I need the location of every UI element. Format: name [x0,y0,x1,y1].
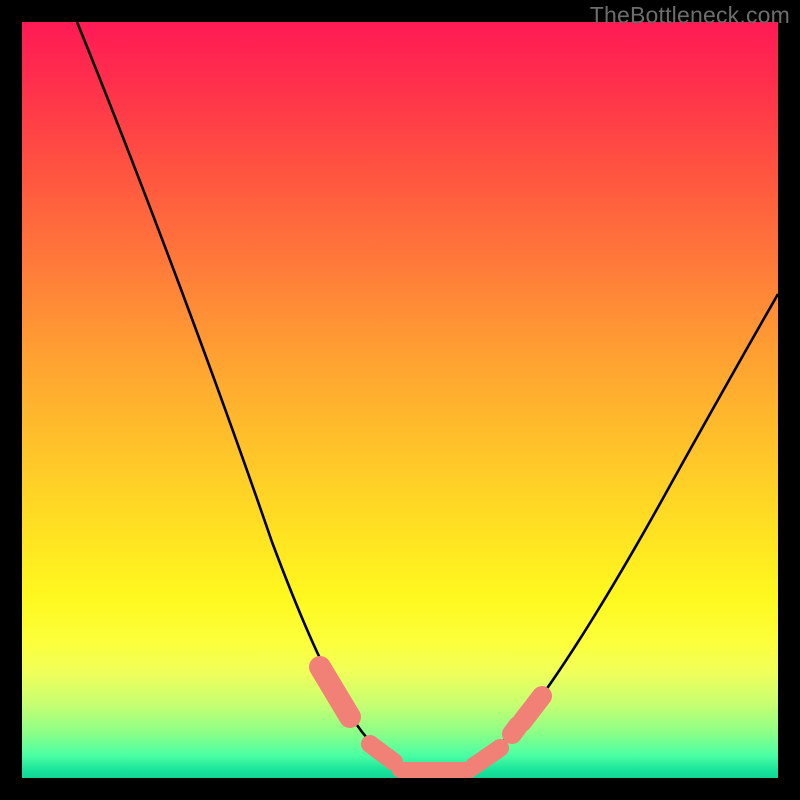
bottleneck-curve-svg [22,22,778,778]
highlight-mid-band-2 [474,748,500,766]
highlight-right-blob [522,696,542,722]
highlight-mid-band-1 [370,744,394,762]
watermark-text: TheBottleneck.com [590,2,790,29]
chart-plot-area [22,22,778,778]
curve-group [77,22,778,770]
bottleneck-main-curve [77,22,778,770]
highlight-left-blob [320,667,350,717]
chart-frame: TheBottleneck.com [0,0,800,800]
sweet-spot-highlights [320,667,542,770]
